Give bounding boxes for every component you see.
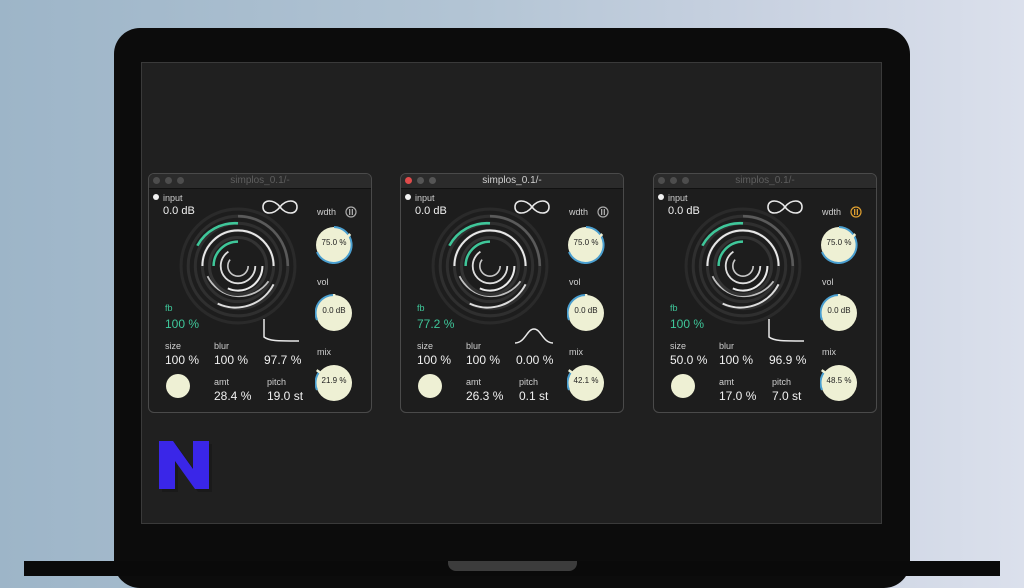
amt-label: amt [466, 377, 482, 387]
pitch-value[interactable]: 7.0 st [772, 389, 801, 403]
input-label: input [415, 193, 435, 203]
plugin-window-2[interactable]: simplos_0.1/- input 0.0 dB fb 77.2 % siz… [400, 173, 624, 413]
trigger-pad[interactable] [166, 374, 190, 398]
size-value[interactable]: 100 % [417, 353, 451, 367]
plugin-window-1[interactable]: simplos_0.1/- input 0.0 dB fb 100 % size… [148, 173, 372, 413]
blur-label: blur [719, 341, 735, 351]
fb-label: fb [165, 303, 173, 313]
amt-value[interactable]: 26.3 % [466, 389, 503, 403]
wdth-value: 75.0 % [826, 238, 852, 247]
mix-value: 48.5 % [826, 376, 852, 385]
mix-label: mix [317, 347, 331, 357]
n-logo [159, 441, 212, 492]
bell-curve-icon [514, 328, 554, 344]
wdth-value: 75.0 % [573, 238, 599, 247]
blur-label: blur [466, 341, 482, 351]
size-label: size [670, 341, 687, 351]
decay-curve-icon [768, 319, 805, 342]
shape-value[interactable]: 0.00 % [516, 353, 553, 367]
power-toggle[interactable] [405, 194, 411, 200]
wdth-label: wdth [317, 207, 337, 217]
pitch-label: pitch [267, 377, 287, 387]
trigger-pad[interactable] [671, 374, 695, 398]
feedback-ring-visualizer[interactable] [177, 205, 299, 327]
wdth-label: wdth [569, 207, 589, 217]
trigger-pad[interactable] [418, 374, 442, 398]
mix-label: mix [569, 347, 583, 357]
pitch-value[interactable]: 0.1 st [519, 389, 548, 403]
wdth-label: wdth [822, 207, 842, 217]
vol-label: vol [822, 277, 834, 287]
mix-label: mix [822, 347, 836, 357]
size-value[interactable]: 50.0 % [670, 353, 707, 367]
vol-knob[interactable]: 0.0 dB [820, 294, 858, 332]
fb-value[interactable]: 100 % [670, 317, 704, 331]
title-bar[interactable]: simplos_0.1/- [149, 174, 371, 189]
window-title: simplos_0.1/- [482, 175, 542, 186]
power-toggle[interactable] [658, 194, 664, 200]
amt-label: amt [214, 377, 230, 387]
blur-label: blur [214, 341, 230, 351]
mix-value: 42.1 % [573, 376, 599, 385]
wdth-value: 75.0 % [321, 238, 347, 247]
shape-value[interactable]: 97.7 % [264, 353, 301, 367]
input-label: input [163, 193, 183, 203]
blur-value[interactable]: 100 % [719, 353, 753, 367]
fb-label: fb [417, 303, 425, 313]
mix-knob[interactable]: 42.1 % [567, 364, 605, 402]
size-value[interactable]: 100 % [165, 353, 199, 367]
vol-knob[interactable]: 0.0 dB [567, 294, 605, 332]
wdth-knob[interactable]: 75.0 % [820, 226, 858, 264]
plugin-body: input 0.0 dB fb [149, 189, 371, 412]
mix-knob[interactable]: 21.9 % [315, 364, 353, 402]
fb-value[interactable]: 100 % [165, 317, 199, 331]
plugin-window-3[interactable]: simplos_0.1/- input 0.0 dB fb 100 % size… [653, 173, 877, 413]
fb-value[interactable]: 77.2 % [417, 317, 454, 331]
amt-value[interactable]: 17.0 % [719, 389, 756, 403]
window-title: simplos_0.1/- [735, 175, 795, 186]
decay-curve-icon [263, 319, 300, 342]
stereo-link-icon[interactable] [850, 206, 862, 218]
laptop-notch [448, 561, 577, 571]
pitch-value[interactable]: 19.0 st [267, 389, 303, 403]
title-bar[interactable]: simplos_0.1/- [654, 174, 876, 189]
window-title: simplos_0.1/- [230, 175, 290, 186]
vol-value: 0.0 dB [322, 306, 346, 315]
vol-label: vol [317, 277, 329, 287]
fb-label: fb [670, 303, 678, 313]
vol-value: 0.0 dB [574, 306, 598, 315]
size-label: size [417, 341, 434, 351]
amt-value[interactable]: 28.4 % [214, 389, 251, 403]
plugin-body: input 0.0 dB fb [654, 189, 876, 412]
stereo-link-icon[interactable] [597, 206, 609, 218]
shape-value[interactable]: 96.9 % [769, 353, 806, 367]
feedback-ring-visualizer[interactable] [429, 205, 551, 327]
mix-value: 21.9 % [321, 376, 347, 385]
size-label: size [165, 341, 182, 351]
blur-value[interactable]: 100 % [466, 353, 500, 367]
input-label: input [668, 193, 688, 203]
wdth-knob[interactable]: 75.0 % [567, 226, 605, 264]
vol-value: 0.0 dB [827, 306, 851, 315]
feedback-ring-visualizer[interactable] [682, 205, 804, 327]
plugin-body: input 0.0 dB fb [401, 189, 623, 412]
vol-knob[interactable]: 0.0 dB [315, 294, 353, 332]
title-bar[interactable]: simplos_0.1/- [401, 174, 623, 189]
pitch-label: pitch [519, 377, 539, 387]
blur-value[interactable]: 100 % [214, 353, 248, 367]
amt-label: amt [719, 377, 735, 387]
vol-label: vol [569, 277, 581, 287]
wdth-knob[interactable]: 75.0 % [315, 226, 353, 264]
pitch-label: pitch [772, 377, 792, 387]
mix-knob[interactable]: 48.5 % [820, 364, 858, 402]
stereo-link-icon[interactable] [345, 206, 357, 218]
power-toggle[interactable] [153, 194, 159, 200]
